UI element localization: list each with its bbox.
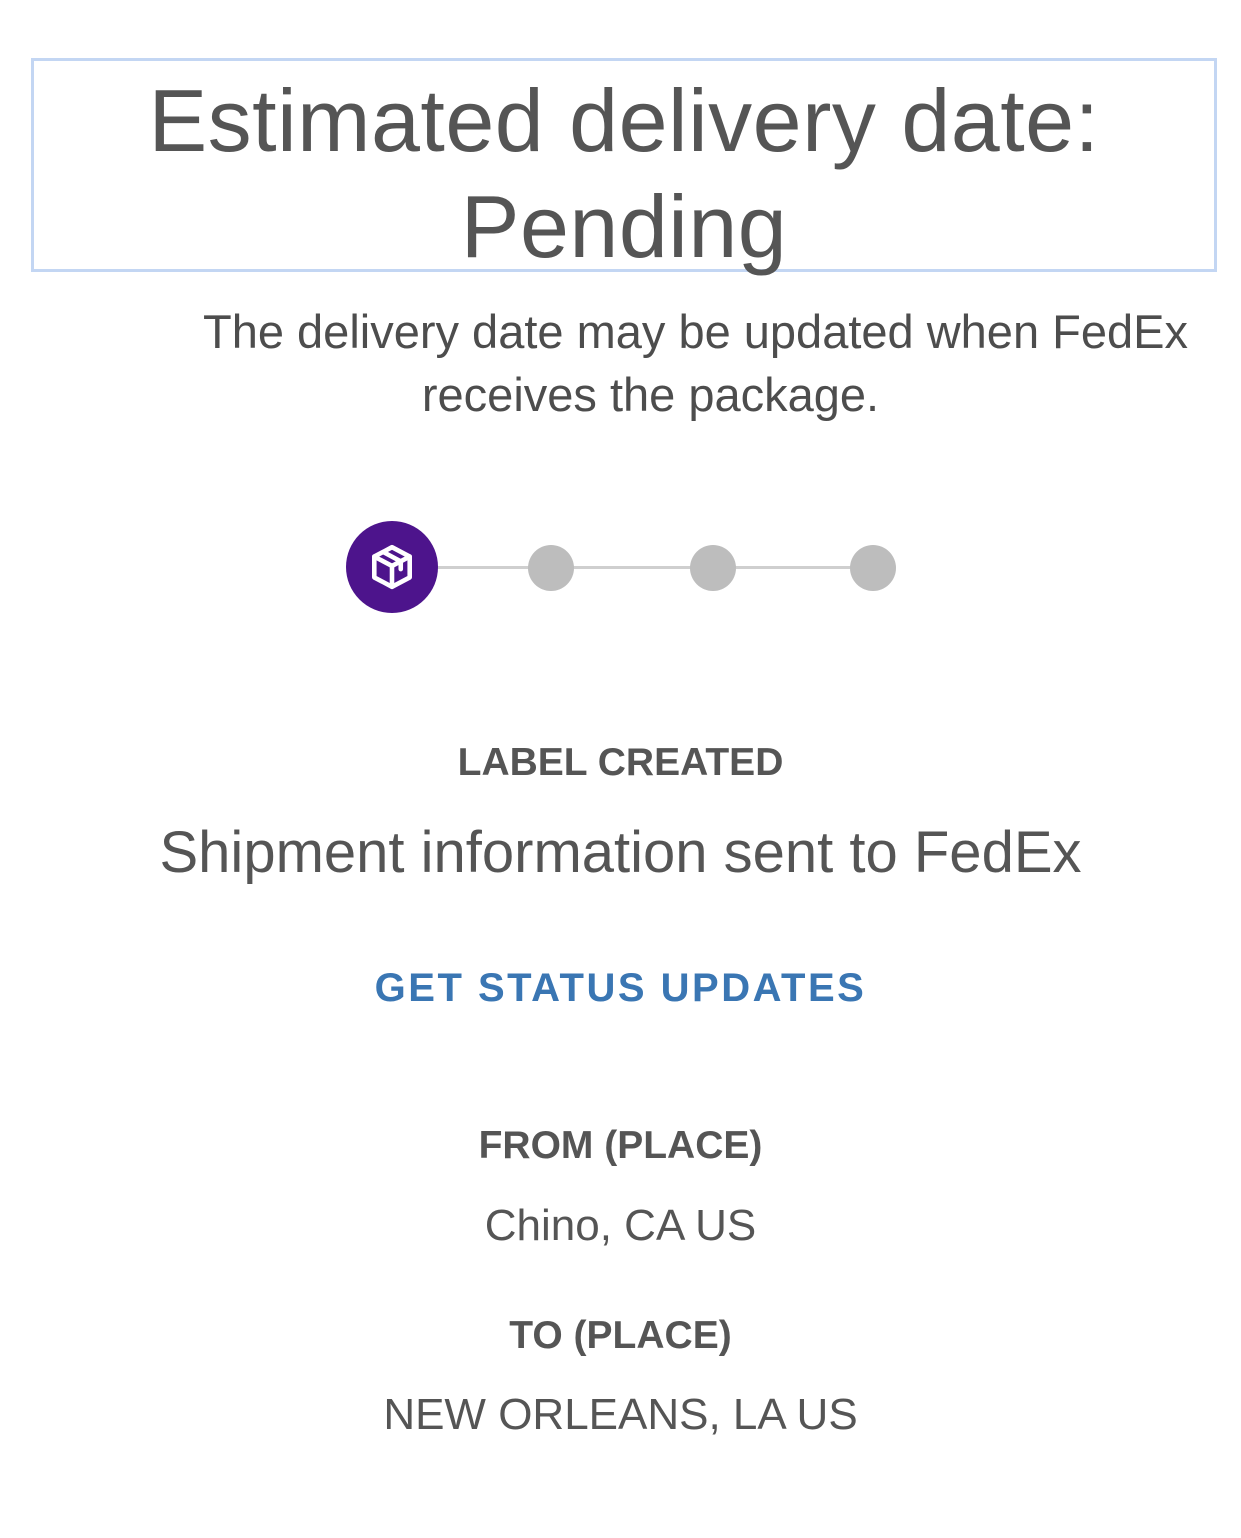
estimated-delivery-heading: Estimated delivery date: <box>148 71 1100 170</box>
to-place-value: NEW ORLEANS, LA US <box>383 1390 858 1439</box>
delivery-note: The delivery date may be updated when Fe… <box>60 300 1241 426</box>
from-place-value: Chino, CA US <box>484 1201 757 1250</box>
progress-step-label-created <box>346 521 438 613</box>
to-place-label: TO (PLACE) <box>509 1314 732 1357</box>
progress-step-2 <box>528 545 574 591</box>
delivery-note-line-2: receives the package. <box>421 368 880 421</box>
estimated-delivery-box: Estimated delivery date: Pending <box>31 58 1217 276</box>
from-place-label: FROM (PLACE) <box>478 1124 763 1167</box>
shipment-progress <box>346 521 906 613</box>
package-icon <box>372 544 412 590</box>
progress-step-3 <box>690 545 736 591</box>
delivery-note-line-1: The delivery date may be updated when Fe… <box>203 305 1188 358</box>
status-description: Shipment information sent to FedEx <box>159 820 1082 885</box>
progress-step-4 <box>850 545 896 591</box>
get-status-updates-link[interactable]: GET STATUS UPDATES <box>0 962 1241 1014</box>
estimated-delivery-value: Pending <box>460 177 788 276</box>
status-title: LABEL CREATED <box>457 741 784 784</box>
progress-track <box>390 566 870 569</box>
